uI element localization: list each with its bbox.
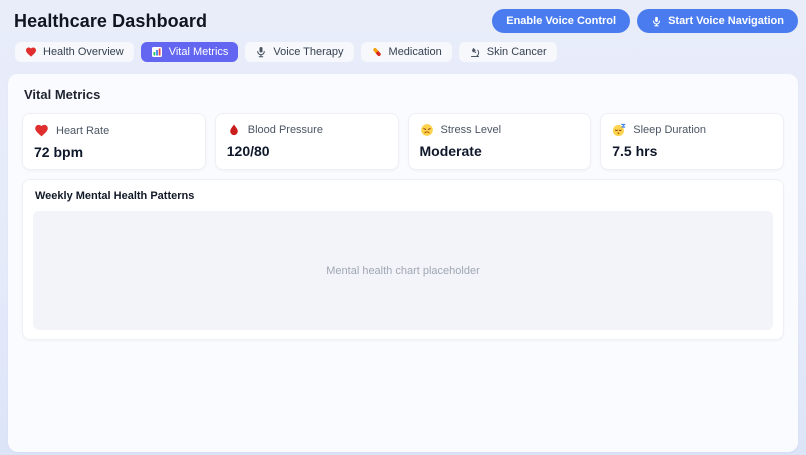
stressed-face-icon xyxy=(420,123,434,137)
tab-voice-therapy[interactable]: Voice Therapy xyxy=(245,42,353,62)
section-title: Vital Metrics xyxy=(24,87,784,102)
metric-label: Blood Pressure xyxy=(248,124,323,136)
heart-rate-card: Heart Rate 72 bpm xyxy=(22,113,206,170)
metric-label: Heart Rate xyxy=(56,125,109,137)
mental-health-chart-placeholder: Mental health chart placeholder xyxy=(33,211,773,330)
mental-health-chart-card: Weekly Mental Health Patterns Mental hea… xyxy=(22,179,784,340)
start-voice-navigation-label: Start Voice Navigation xyxy=(668,15,784,27)
enable-voice-control-label: Enable Voice Control xyxy=(506,15,616,27)
metric-value: Moderate xyxy=(420,143,580,159)
metric-cards: Heart Rate 72 bpm Blood Pressure 120/80 xyxy=(22,113,784,170)
start-voice-navigation-button[interactable]: Start Voice Navigation xyxy=(637,9,798,33)
stress-level-card: Stress Level Moderate xyxy=(408,113,592,170)
metric-label: Sleep Duration xyxy=(633,124,706,136)
enable-voice-control-button[interactable]: Enable Voice Control xyxy=(492,9,630,33)
tab-skin-cancer[interactable]: Skin Cancer xyxy=(459,42,557,62)
vital-metrics-panel: Vital Metrics Heart Rate 72 bpm Blood Pr… xyxy=(8,74,798,452)
bar-chart-icon xyxy=(151,46,163,58)
pill-icon xyxy=(371,46,383,58)
metric-label: Stress Level xyxy=(441,124,502,136)
microphone-icon xyxy=(651,16,662,27)
heart-icon xyxy=(25,46,37,58)
tab-label: Medication xyxy=(389,46,442,58)
placeholder-text: Mental health chart placeholder xyxy=(326,265,479,277)
tab-bar: Health Overview Vital Metrics Voice Ther… xyxy=(0,33,806,62)
metric-value: 72 bpm xyxy=(34,144,194,160)
tab-label: Vital Metrics xyxy=(169,46,229,58)
tab-label: Health Overview xyxy=(43,46,124,58)
header: Healthcare Dashboard Enable Voice Contro… xyxy=(0,0,806,33)
chart-section-title: Weekly Mental Health Patterns xyxy=(35,190,773,202)
blood-pressure-card: Blood Pressure 120/80 xyxy=(215,113,399,170)
blood-drop-icon xyxy=(227,123,241,137)
sleep-duration-card: Sleep Duration 7.5 hrs xyxy=(600,113,784,170)
tab-label: Voice Therapy xyxy=(273,46,343,58)
microphone-icon xyxy=(255,46,267,58)
sleeping-face-icon xyxy=(612,123,626,137)
metric-value: 7.5 hrs xyxy=(612,143,772,159)
tab-medication[interactable]: Medication xyxy=(361,42,452,62)
tab-vital-metrics[interactable]: Vital Metrics xyxy=(141,42,239,62)
microscope-icon xyxy=(469,46,481,58)
tab-health-overview[interactable]: Health Overview xyxy=(15,42,134,62)
header-actions: Enable Voice Control Start Voice Navigat… xyxy=(492,9,798,33)
heart-icon xyxy=(34,123,49,138)
metric-value: 120/80 xyxy=(227,143,387,159)
page-title: Healthcare Dashboard xyxy=(14,11,207,32)
tab-label: Skin Cancer xyxy=(487,46,547,58)
